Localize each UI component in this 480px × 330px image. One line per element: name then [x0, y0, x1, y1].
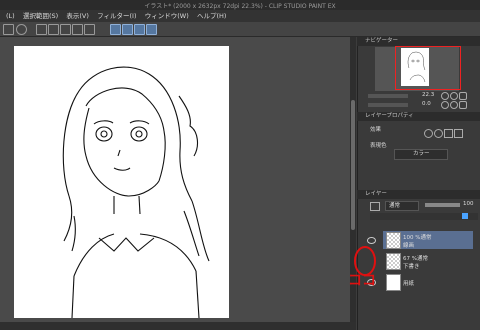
effect-label: 効果: [370, 127, 382, 133]
grid-snap-icon[interactable]: [134, 24, 145, 35]
menu-item-view[interactable]: 表示(V): [66, 10, 89, 22]
undo-icon[interactable]: [3, 24, 14, 35]
opacity-slider[interactable]: [425, 203, 460, 207]
clear-icon[interactable]: [48, 24, 59, 35]
layer-options-icon[interactable]: [370, 202, 380, 211]
navigator-view-frame[interactable]: [395, 46, 461, 90]
border-effect-icon[interactable]: [424, 129, 433, 138]
layer-row-lineart[interactable]: 100 %通常 線画: [383, 231, 473, 249]
status-bar: [0, 322, 356, 330]
rotation-value: 0.0: [422, 101, 431, 107]
blend-mode-select[interactable]: 通常: [385, 201, 419, 211]
layer-property-header[interactable]: レイヤープロパティ: [357, 112, 480, 121]
perspective-snap-icon[interactable]: [146, 24, 157, 35]
zoom-slider[interactable]: [368, 94, 408, 98]
rotate-right-icon[interactable]: [450, 101, 458, 109]
ruler-snap-icon[interactable]: [110, 24, 121, 35]
window-title: イラスト* (2000 x 2632px 72dpi 22.3%) - CLIP…: [144, 3, 336, 10]
rotate-left-icon[interactable]: [441, 101, 449, 109]
navigator-title: ナビゲーター: [365, 38, 399, 44]
zoom-value: 22.3: [422, 92, 435, 98]
special-ruler-snap-icon[interactable]: [122, 24, 133, 35]
select-icon[interactable]: [36, 24, 47, 35]
layer-name: 下書き: [403, 264, 420, 270]
layer-opacity-mode: 100 %通常: [403, 235, 432, 241]
flip-icon[interactable]: [459, 101, 467, 109]
command-bar: [0, 22, 480, 37]
line-art: [62, 66, 210, 319]
lasso-icon[interactable]: [16, 24, 27, 35]
menu-item-window[interactable]: ウィンドウ(W): [145, 10, 189, 22]
expression-color-select[interactable]: カラー: [394, 149, 448, 160]
expression-color-value: カラー: [413, 151, 430, 157]
rotate-slider[interactable]: [368, 103, 408, 107]
annotation-label: ココ: [348, 273, 376, 289]
layer-row-draft[interactable]: 67 %通常 下書き: [383, 252, 473, 270]
menu-item-layer[interactable]: (L): [6, 10, 15, 22]
layer-color-icon[interactable]: [444, 129, 453, 138]
blend-mode-value: 通常: [389, 203, 401, 209]
menu-item-filter[interactable]: フィルター(I): [97, 10, 136, 22]
expression-color-label: 表現色: [370, 143, 387, 149]
extract-line-icon[interactable]: [454, 129, 463, 138]
menu-item-selection[interactable]: 選択範囲(S): [23, 10, 58, 22]
tone-effect-icon[interactable]: [434, 129, 443, 138]
zoom-in-icon[interactable]: [450, 92, 458, 100]
fit-icon[interactable]: [459, 92, 467, 100]
layer-property-title: レイヤープロパティ: [365, 113, 414, 119]
fill-icon[interactable]: [72, 24, 83, 35]
zoom-out-icon[interactable]: [441, 92, 449, 100]
layers-title: レイヤー: [365, 191, 387, 197]
layers-header[interactable]: レイヤー: [357, 190, 480, 199]
navigator-header[interactable]: ナビゲーター: [357, 37, 480, 46]
title-bar: イラスト* (2000 x 2632px 72dpi 22.3%) - CLIP…: [0, 0, 480, 10]
menu-item-help[interactable]: ヘルプ(H): [197, 10, 226, 22]
layer-opacity-mode: 67 %通常: [403, 256, 428, 262]
layer-row-paper[interactable]: 用紙: [383, 273, 473, 291]
layer-name: 線画: [403, 243, 415, 249]
menu-bar: (L) 選択範囲(S) 表示(V) フィルター(I) ウィンドウ(W) ヘルプ(…: [0, 10, 480, 22]
transform-icon[interactable]: [60, 24, 71, 35]
scrollbar-thumb[interactable]: [351, 100, 355, 230]
opacity-value: 100: [463, 201, 474, 207]
layer-color-swatch-icon[interactable]: [462, 213, 468, 219]
layer-name: 用紙: [403, 281, 415, 287]
crop-icon[interactable]: [84, 24, 95, 35]
drawing-canvas[interactable]: [14, 46, 229, 319]
